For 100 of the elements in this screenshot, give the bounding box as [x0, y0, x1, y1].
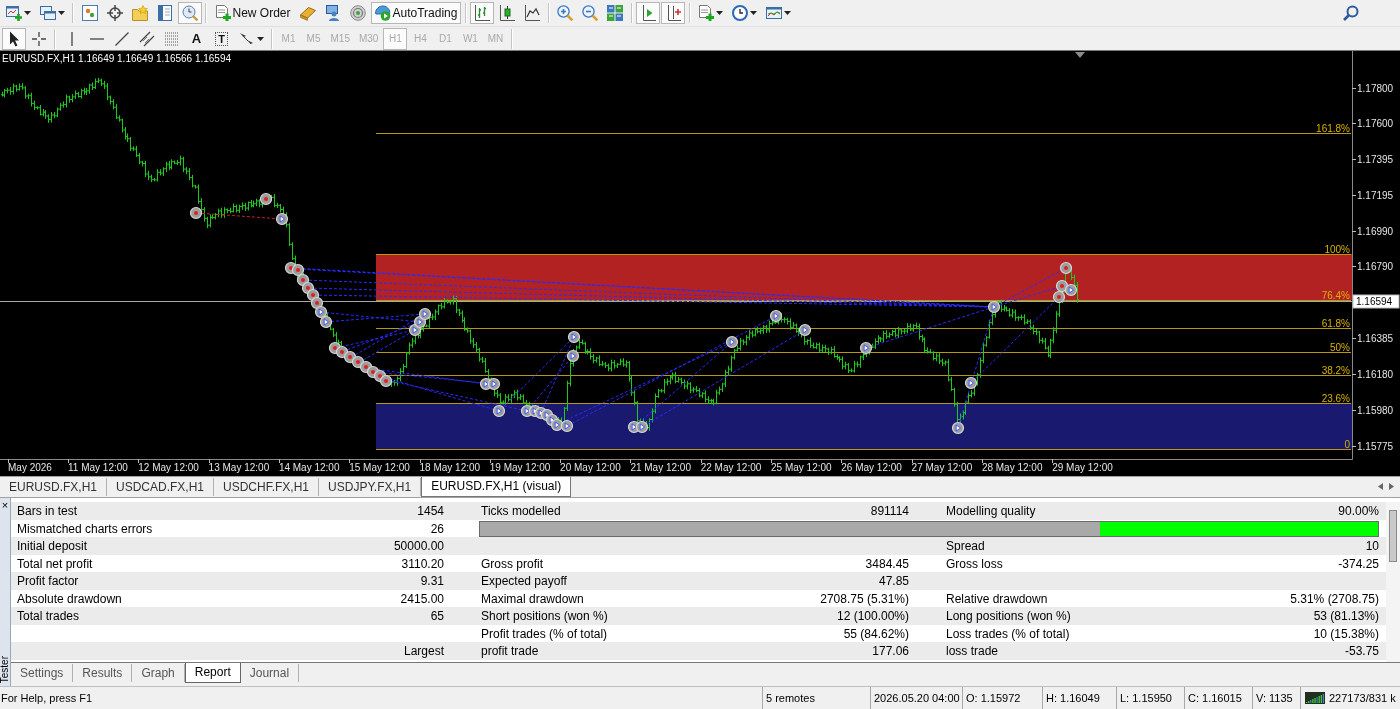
search-icon — [1343, 5, 1359, 21]
scrollbar[interactable] — [1386, 502, 1400, 662]
trade-marker-icon — [951, 421, 965, 435]
scroll-right-icon[interactable] — [1389, 482, 1394, 490]
document-plus-icon — [214, 5, 231, 21]
report-label: Short positions (won %) — [481, 608, 608, 625]
report-value: 9.31 — [420, 573, 444, 590]
fibonacci-level-label: 50% — [1330, 341, 1350, 353]
time-label: 20 May 12:00 — [560, 462, 621, 473]
report-value: 47.85 — [878, 573, 909, 590]
chart-tab[interactable]: EURUSD.FX,H1 (visual) — [421, 477, 572, 497]
signal-bars-icon — [1305, 692, 1325, 704]
toolbar-button[interactable] — [1, 27, 26, 50]
trade-marker-icon — [275, 212, 289, 226]
chart-tab[interactable]: EURUSD.FX,H1 — [0, 478, 107, 496]
report-value: 891114 — [870, 503, 909, 520]
panel-window-icon — [156, 5, 173, 21]
text-tool-button[interactable]: A — [184, 27, 209, 50]
time-label: 26 May 12:00 — [841, 462, 902, 473]
report-label: Profit trades (% of total) — [481, 625, 608, 643]
trade-marker-icon — [560, 419, 574, 433]
caret-icon — [57, 11, 65, 15]
help-text: For Help, press F1 — [0, 690, 94, 706]
trade-marker-icon — [1059, 261, 1073, 275]
tester-tab[interactable]: Results — [73, 664, 133, 682]
report-label: profit trade — [481, 643, 539, 660]
person-screen-icon — [324, 5, 341, 21]
scroll-left-icon[interactable] — [1378, 482, 1383, 490]
trade-marker-icon — [964, 376, 978, 390]
report-value: 65 — [430, 608, 444, 625]
tile-windows-icon — [607, 5, 624, 21]
report-value: 53 (81.13%) — [1313, 608, 1379, 625]
toolbar-button[interactable] — [636, 2, 661, 24]
trade-marker-icon — [1052, 290, 1066, 304]
report-value: 3110.20 — [401, 555, 444, 573]
time-label: May 2026 — [8, 462, 52, 473]
trade-marker-icon — [635, 420, 649, 434]
trade-marker-icon — [859, 341, 873, 355]
caret-icon — [716, 11, 724, 15]
tester-tab[interactable]: Journal — [240, 664, 300, 682]
trade-marker-icon — [769, 309, 783, 323]
channel-icon — [138, 30, 155, 47]
trade-marker-icon — [291, 263, 305, 277]
report-label: Ticks modelled — [481, 503, 561, 520]
fibonacci-level-label: 38.2% — [1321, 364, 1350, 376]
status-field: H: 1.16049 — [1042, 687, 1116, 709]
vertical-line-icon — [70, 31, 73, 46]
report-value: 177.06 — [872, 643, 909, 660]
price-label: 1.17195 — [1357, 190, 1394, 201]
scrollbar-thumb[interactable] — [1389, 510, 1397, 562]
report-value: 12 (100.00%) — [836, 608, 909, 625]
report-value: 90.00% — [1338, 503, 1379, 520]
status-field: L: 1.15950 — [1116, 687, 1184, 709]
trade-marker-icon — [189, 206, 203, 220]
tester-tab[interactable]: Graph — [132, 664, 185, 682]
report-label: Gross loss — [946, 555, 1003, 573]
play-badge-icon — [374, 5, 391, 21]
report-value: 2415.00 — [400, 590, 444, 608]
chart-window-icon — [766, 5, 783, 21]
report-label: Spread — [946, 538, 985, 555]
caret-icon — [23, 11, 31, 15]
tester-tab[interactable]: Settings — [11, 664, 74, 682]
traffic-text: 227173/831 k — [1329, 690, 1396, 706]
chart-plus-icon — [5, 5, 22, 21]
price-label: 1.16990 — [1357, 226, 1394, 237]
time-label: 19 May 12:00 — [489, 462, 551, 473]
trade-marker-icon — [418, 307, 432, 321]
report-value: 26 — [430, 520, 444, 538]
toolbar-button[interactable]: AutoTrading — [370, 2, 462, 24]
toolbar-button[interactable]: New Order — [210, 2, 295, 24]
text-tool-button[interactable]: T — [209, 27, 234, 50]
price-label: 1.17395 — [1357, 154, 1394, 165]
report-value: Largest — [403, 643, 444, 660]
caret-icon — [750, 11, 758, 15]
toolbar-button[interactable] — [470, 2, 495, 24]
time-label: 12 May 12:00 — [138, 462, 199, 473]
chart-tab[interactable]: USDCAD.FX,H1 — [107, 478, 215, 496]
report-value: -53.75 — [1344, 643, 1379, 660]
status-field: V: 1135 — [1252, 687, 1300, 709]
fibonacci-level-label: 61.8% — [1321, 317, 1350, 329]
report-label: Modelling quality — [946, 503, 1036, 520]
price-label: 1.16180 — [1357, 369, 1394, 380]
caret-icon — [256, 36, 264, 41]
chart-tab[interactable]: USDCHF.FX,H1 — [214, 478, 320, 496]
close-button[interactable]: × — [1, 500, 9, 510]
report-label: Initial deposit — [17, 538, 88, 555]
quotes-window-icon — [81, 5, 98, 21]
report-value: 3484.45 — [865, 555, 909, 573]
report-label: Relative drawdown — [946, 590, 1048, 608]
toolbar-button[interactable] — [661, 2, 686, 24]
trade-marker-icon — [259, 192, 273, 206]
time-label: 15 May 12:00 — [349, 462, 410, 473]
report-label: Long positions (won %) — [946, 608, 1071, 625]
report-value: 10 (15.38%) — [1313, 625, 1379, 643]
report-label: loss trade — [946, 643, 999, 660]
report-label: Expected payoff — [481, 573, 567, 590]
report-label: Absolute drawdown — [17, 590, 122, 608]
tester-tab[interactable]: Report — [184, 663, 241, 683]
report-value: 1454 — [417, 503, 444, 520]
report-label: Profit factor — [17, 573, 79, 590]
